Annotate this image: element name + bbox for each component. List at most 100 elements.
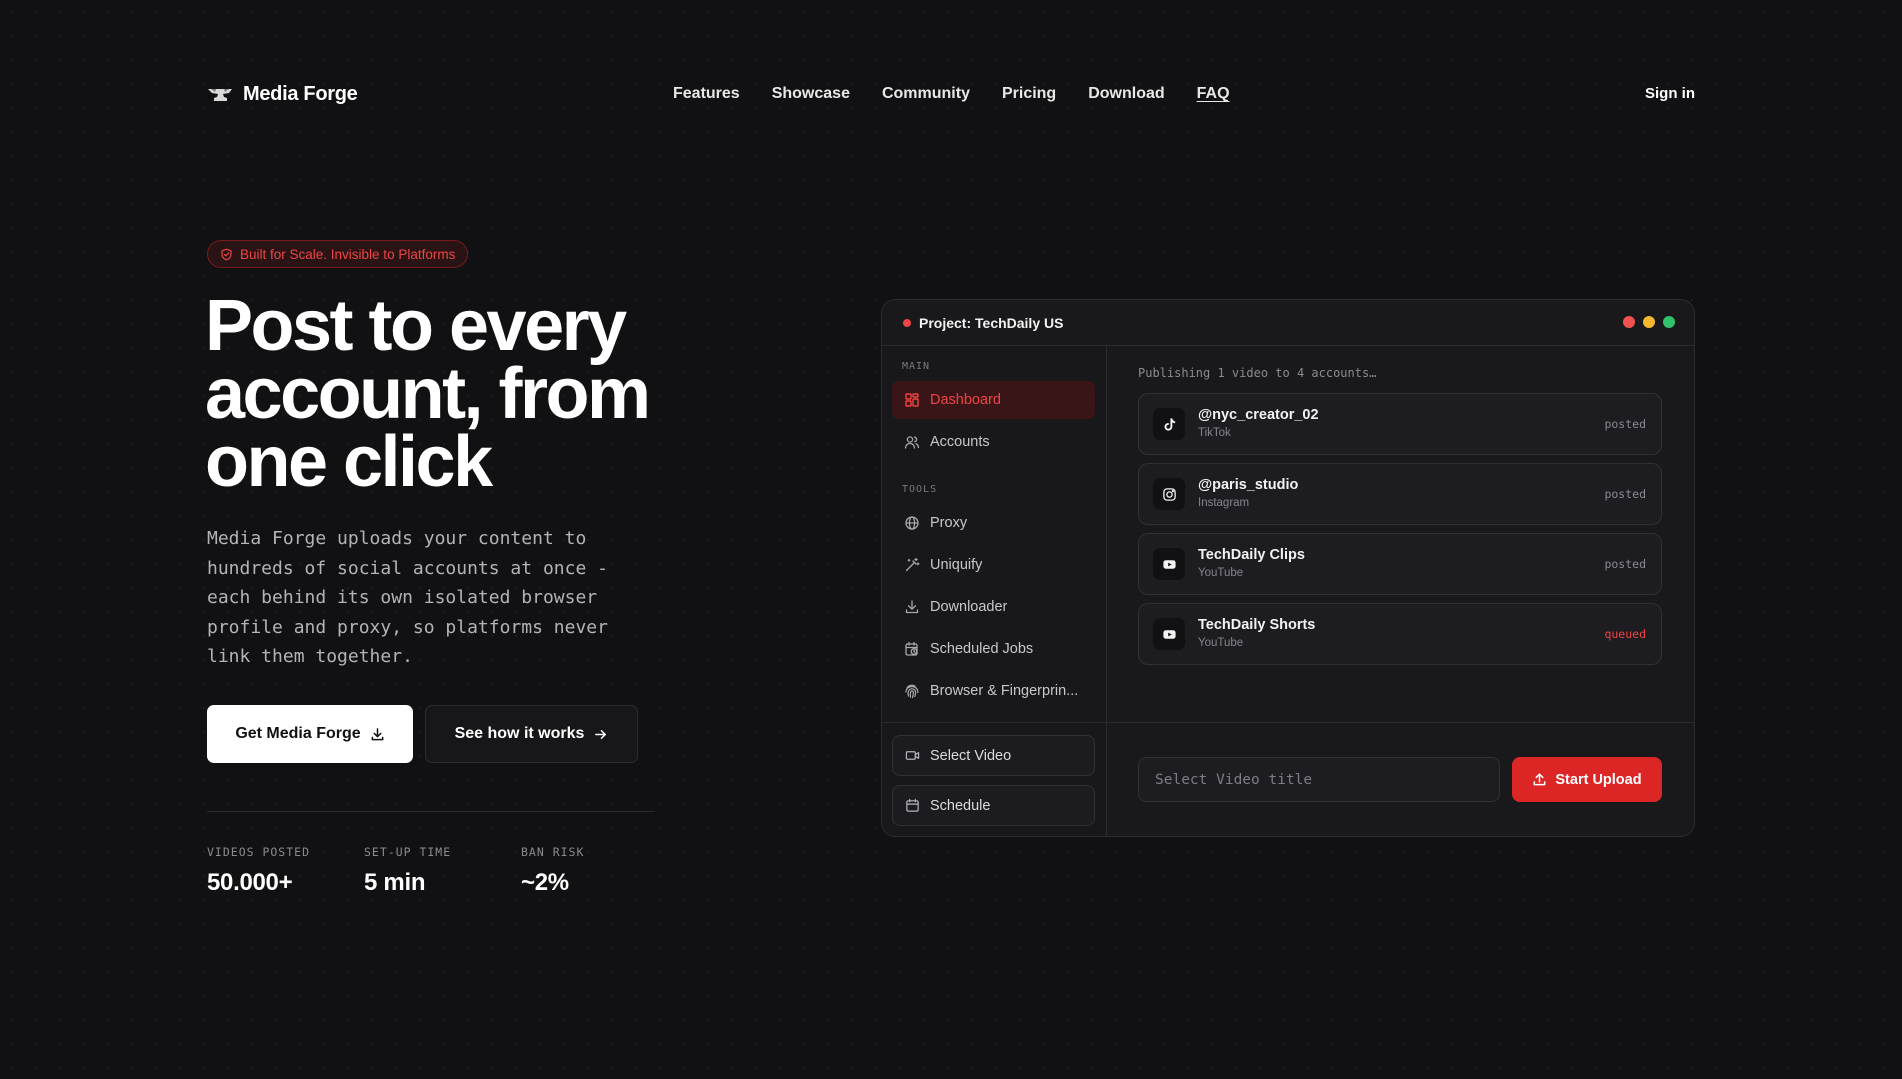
sidebar-item-proxy[interactable]: Proxy: [892, 504, 1095, 542]
account-row[interactable]: TechDaily Shorts YouTube queued: [1138, 603, 1662, 665]
stat-value: ~2%: [521, 869, 569, 896]
stat-ban-risk: BAN RISK ~2%: [521, 845, 678, 897]
schedule-label: Schedule: [930, 797, 991, 814]
youtube-icon: [1153, 548, 1185, 580]
account-row[interactable]: @paris_studio Instagram posted: [1138, 463, 1662, 525]
brand-name: Media Forge: [243, 83, 358, 105]
anvil-icon: [208, 88, 232, 101]
account-platform: TikTok: [1198, 427, 1231, 439]
account-platform: YouTube: [1198, 637, 1244, 649]
see-how-it-works-label: See how it works: [454, 725, 585, 742]
maximize-window-button[interactable]: [1663, 316, 1675, 328]
stat-value: 5 min: [364, 869, 426, 896]
grid-icon: [905, 393, 919, 407]
account-status: posted: [1604, 417, 1646, 431]
stat-value: 50.000+: [207, 869, 293, 896]
users-icon: [904, 436, 920, 449]
calendar-clock-icon: [905, 641, 918, 656]
shield-check-icon: [221, 248, 232, 260]
sidebar-divider: [882, 722, 1106, 723]
window-controls: [1623, 316, 1675, 328]
schedule-button[interactable]: Schedule: [892, 785, 1095, 826]
sidebar-item-label: Scheduled Jobs: [930, 641, 1034, 657]
start-upload-label: Start Upload: [1555, 771, 1642, 788]
stats-row: VIDEOS POSTED 50.000+ SET-UP TIME 5 min …: [207, 845, 678, 897]
hero-badge: Built for Scale. Invisible to Platforms: [207, 240, 469, 268]
hero-title: Post to every account, from one click: [205, 286, 765, 502]
sidebar-item-scheduled-jobs[interactable]: Scheduled Jobs: [892, 630, 1095, 668]
select-video-button[interactable]: Select Video: [892, 735, 1095, 776]
close-window-button[interactable]: [1623, 316, 1635, 328]
fingerprint-icon: [905, 684, 919, 699]
download-icon: [905, 600, 919, 614]
account-name: TechDaily Clips: [1198, 547, 1305, 563]
sidebar-item-label: Dashboard: [930, 392, 1001, 408]
account-list: @nyc_creator_02 TikTok posted @paris_stu…: [1138, 393, 1662, 673]
sidebar-item-label: Downloader: [930, 599, 1008, 615]
instagram-icon: [1153, 478, 1185, 510]
app-main-panel: Publishing 1 video to 4 accounts… @nyc_c…: [1107, 346, 1694, 836]
stat-label: VIDEOS POSTED: [207, 845, 311, 859]
get-media-forge-label: Get Media Forge: [235, 725, 361, 742]
tiktok-icon: [1153, 408, 1185, 440]
sidebar-item-uniquify[interactable]: Uniquify: [892, 546, 1095, 584]
arrow-right-icon: [595, 729, 607, 739]
nav-link-faq[interactable]: FAQ: [1197, 85, 1230, 103]
sidebar-item-dashboard[interactable]: Dashboard: [892, 381, 1095, 419]
sidebar-item-label: Browser & Fingerprin...: [930, 683, 1079, 699]
start-upload-button[interactable]: Start Upload: [1512, 757, 1662, 802]
account-platform: YouTube: [1198, 567, 1244, 579]
globe-icon: [905, 516, 919, 530]
main-divider: [1107, 722, 1694, 723]
publishing-status: Publishing 1 video to 4 accounts…: [1138, 366, 1377, 380]
app-sidebar: MAIN Dashboard Accounts TOOLS Proxy Uniq…: [882, 346, 1107, 836]
account-status: queued: [1604, 627, 1646, 641]
project-status-dot: [903, 318, 911, 327]
account-row[interactable]: TechDaily Clips YouTube posted: [1138, 533, 1662, 595]
upload-icon: [1533, 773, 1546, 786]
select-video-label: Select Video: [930, 747, 1012, 764]
account-name: @paris_studio: [1198, 477, 1299, 493]
hero-title-line-2: account, from: [205, 354, 651, 434]
brand-logo[interactable]: Media Forge: [207, 83, 358, 106]
calendar-icon: [906, 798, 919, 812]
sidebar-item-downloader[interactable]: Downloader: [892, 588, 1095, 626]
hero-badge-text: Built for Scale. Invisible to Platforms: [240, 246, 456, 262]
stat-label: BAN RISK: [521, 845, 585, 859]
hero-description: Media Forge uploads your content to hund…: [207, 528, 608, 667]
nav-link-download[interactable]: Download: [1088, 85, 1164, 103]
video-title-input[interactable]: [1138, 757, 1500, 802]
account-name: @nyc_creator_02: [1198, 407, 1319, 423]
nav-link-showcase[interactable]: Showcase: [772, 85, 850, 103]
nav-links: Features Showcase Community Pricing Down…: [673, 85, 1230, 103]
account-platform: Instagram: [1198, 497, 1250, 509]
app-window: Project: TechDaily US MAIN Dashboard Acc…: [881, 299, 1695, 837]
hero-title-line-1: Post to every: [205, 286, 627, 366]
project-title: Project: TechDaily US: [919, 314, 1064, 331]
stat-setup-time: SET-UP TIME 5 min: [364, 845, 521, 897]
sidebar-item-label: Proxy: [930, 515, 968, 531]
video-camera-icon: [905, 751, 920, 760]
sidebar-item-label: Uniquify: [930, 557, 983, 573]
sidebar-item-accounts[interactable]: Accounts: [892, 423, 1095, 461]
window-header: Project: TechDaily US: [882, 300, 1694, 346]
stat-videos-posted: VIDEOS POSTED 50.000+: [207, 845, 364, 897]
magic-wand-icon: [905, 557, 920, 572]
sidebar-item-label: Accounts: [930, 434, 990, 450]
sign-in-link[interactable]: Sign in: [1645, 85, 1695, 102]
get-media-forge-button[interactable]: Get Media Forge: [207, 705, 413, 763]
account-row[interactable]: @nyc_creator_02 TikTok posted: [1138, 393, 1662, 455]
account-status: posted: [1604, 557, 1646, 571]
sidebar-section-main: MAIN: [902, 361, 931, 372]
sidebar-item-browser-fingerprint[interactable]: Browser & Fingerprin...: [892, 672, 1095, 710]
stats-divider: [207, 811, 655, 812]
minimize-window-button[interactable]: [1643, 316, 1655, 328]
nav-link-features[interactable]: Features: [673, 85, 740, 103]
account-name: TechDaily Shorts: [1198, 617, 1316, 633]
hero-title-line-3: one click: [205, 422, 493, 502]
see-how-it-works-button[interactable]: See how it works: [425, 705, 638, 763]
youtube-icon: [1153, 618, 1185, 650]
nav-link-pricing[interactable]: Pricing: [1002, 85, 1056, 103]
nav-link-community[interactable]: Community: [882, 85, 970, 103]
download-icon: [371, 727, 384, 740]
